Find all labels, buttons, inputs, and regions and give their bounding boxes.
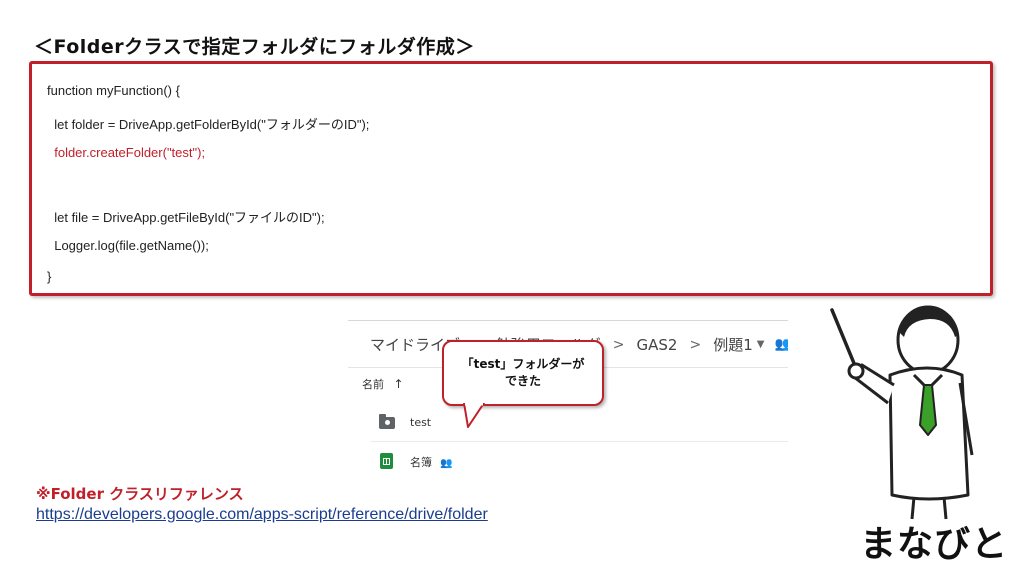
manabito-logo: まなびと [860, 524, 1009, 565]
shared-people-icon[interactable]: 👥 [774, 337, 788, 352]
file-row-meibo[interactable]: 名簿 👥 [348, 442, 788, 480]
code-line-7: } [47, 269, 52, 284]
column-header-name: 名前 [362, 378, 384, 391]
teacher-illustration [830, 305, 974, 520]
breadcrumb-item-gas2[interactable]: GAS2 [637, 336, 678, 354]
chevron-right-icon: > [689, 336, 702, 353]
reference-heading: ※Folder クラスリファレンス [36, 485, 244, 503]
code-line-3-highlighted: folder.createFolder("test"); [47, 145, 206, 160]
breadcrumb-item-current[interactable]: 例題1 [713, 334, 753, 355]
speech-bubble: 「test」フォルダーが できた [442, 340, 604, 406]
file-name: test [410, 416, 432, 429]
sheets-icon [380, 453, 393, 469]
slide-title: ＜Folderクラスで指定フォルダにフォルダ作成＞ [34, 36, 475, 58]
arrow-up-icon: ↑ [393, 377, 404, 391]
shared-folder-icon [379, 414, 395, 429]
dropdown-triangle-icon[interactable]: ▼ [757, 339, 765, 350]
code-line-2: let folder = DriveApp.getFolderById("フォル… [47, 117, 370, 132]
file-name: 名簿 👥 [410, 456, 453, 469]
code-line-6: Logger.log(file.getName()); [47, 238, 209, 253]
speech-bubble-tail [463, 403, 485, 428]
file-row-test[interactable]: test [348, 404, 788, 442]
shared-people-icon: 👥 [440, 458, 453, 469]
code-box: function myFunction() { let folder = Dri… [29, 61, 993, 296]
code-line-5: let file = DriveApp.getFileById("ファイルのID… [47, 210, 325, 225]
bubble-text: 「test」フォルダーが できた [461, 357, 585, 388]
chevron-right-icon: > [612, 336, 625, 353]
code-line-1: function myFunction() { [47, 83, 180, 98]
sort-by-name-header[interactable]: 名前 ↑ [362, 376, 404, 392]
reference-link[interactable]: https://developers.google.com/apps-scrip… [36, 506, 488, 524]
